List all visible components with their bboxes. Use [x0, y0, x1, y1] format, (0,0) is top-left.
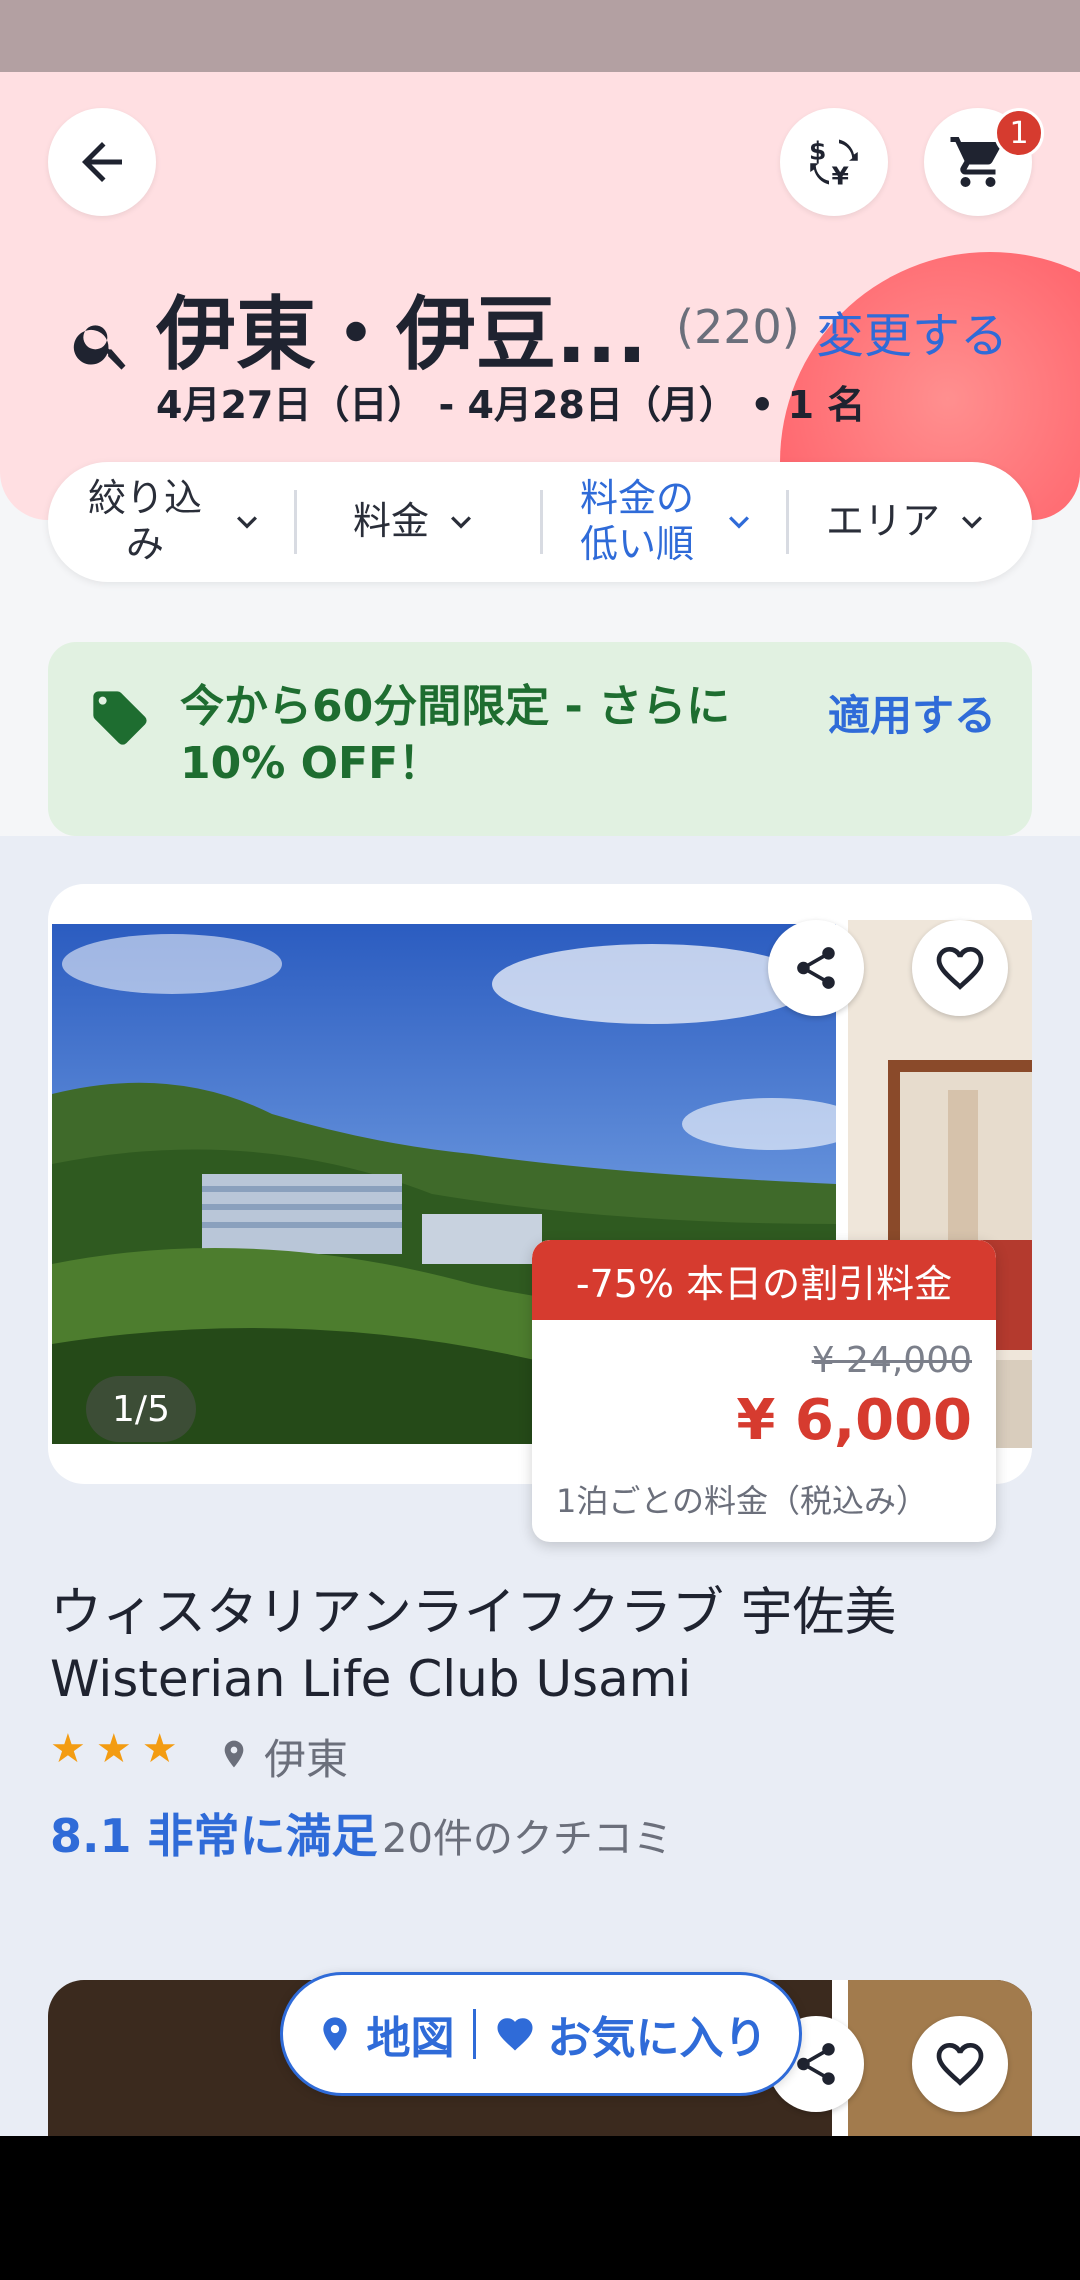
discount-tag: -75% 本日の割引料金: [532, 1240, 996, 1320]
hotel-location: 伊東: [264, 1735, 349, 1784]
change-search-link[interactable]: 変更する: [816, 296, 1008, 366]
hotel-name-en[interactable]: Wisterian Life Club Usami: [50, 1650, 691, 1708]
map-button[interactable]: 地図: [315, 2002, 455, 2066]
filter-label: エリア: [825, 499, 940, 544]
promo-banner: 今から60分間限定 - さらに10% OFF！ 適用する: [48, 642, 1032, 836]
filter-price[interactable]: 料金: [294, 462, 540, 582]
review-score: 8.1 非常に満足: [50, 1809, 378, 1863]
star-icon: ★: [141, 1726, 178, 1772]
location-pin-icon: [224, 1740, 244, 1768]
svg-text:¥: ¥: [832, 162, 850, 191]
share-button[interactable]: [768, 920, 864, 1016]
review-count[interactable]: 20件のクチコミ: [382, 1806, 673, 1864]
location-pin-icon: [322, 2017, 347, 2051]
original-price: ¥ 24,000: [811, 1340, 972, 1381]
cart-count-badge: 1: [994, 108, 1044, 158]
share-icon: [797, 947, 835, 989]
tag-icon: [93, 691, 147, 745]
favorites-button[interactable]: お気に入り: [494, 2002, 768, 2066]
favorites-label: お気に入り: [547, 2013, 768, 2064]
dates-guests: 4月27日（日） - 4月28日（月） • 1 名: [156, 383, 866, 427]
filter-refine[interactable]: 絞り込み: [48, 462, 294, 582]
heart-outline-icon: [936, 946, 984, 990]
heart-filled-icon: [496, 2018, 533, 2051]
filter-label: 料金の低い順: [579, 476, 694, 566]
search-icon: [73, 325, 126, 370]
map-favorites-bar: 地図 お気に入り: [280, 1972, 802, 2096]
filter-label: 料金: [352, 499, 429, 544]
hotel-name-ja[interactable]: ウィスタリアンライフクラブ 宇佐美: [50, 1570, 896, 1645]
status-bar: [0, 0, 1080, 72]
photo-counter: 1/5: [86, 1376, 196, 1442]
filter-area[interactable]: エリア: [786, 462, 1032, 582]
favorite-button[interactable]: [912, 2016, 1008, 2112]
chevron-down-icon: [962, 516, 982, 529]
heart-outline-icon: [936, 2042, 984, 2086]
star-rating: ★ ★ ★: [50, 1726, 178, 1772]
chevron-down-icon: [729, 516, 749, 529]
star-icon: ★: [50, 1726, 86, 1772]
arrow-left-icon: [82, 142, 122, 182]
star-icon: ★: [95, 1726, 132, 1772]
filter-sort[interactable]: 料金の低い順: [540, 462, 786, 582]
discounted-price: ¥ 6,000: [736, 1388, 972, 1453]
svg-text:$: $: [809, 137, 826, 166]
promo-text: 今から60分間限定 - さらに10% OFF！: [180, 681, 731, 790]
filter-label: 絞り込み: [87, 476, 202, 566]
destination-title[interactable]: 伊東・伊豆...: [156, 270, 647, 386]
promo-apply-button[interactable]: 適用する: [828, 682, 996, 743]
map-label: 地図: [366, 2013, 455, 2064]
back-button[interactable]: [48, 108, 156, 216]
chevron-down-icon: [237, 516, 257, 529]
price-box: -75% 本日の割引料金 ¥ 24,000 ¥ 6,000 1泊ごとの料金（税込…: [532, 1240, 996, 1542]
chevron-down-icon: [451, 516, 471, 529]
filter-bar: 絞り込み 料金 料金の低い順 エリア: [48, 462, 1032, 582]
currency-button[interactable]: $ ¥: [780, 108, 888, 216]
price-note: 1泊ごとの料金（税込み）: [556, 1482, 929, 1520]
currency-exchange-icon: $ ¥: [809, 137, 858, 191]
system-navigation-bar: [0, 2136, 1080, 2280]
favorite-button[interactable]: [912, 920, 1008, 1016]
pill-divider: [472, 2009, 476, 2059]
result-count: (220): [676, 300, 800, 354]
